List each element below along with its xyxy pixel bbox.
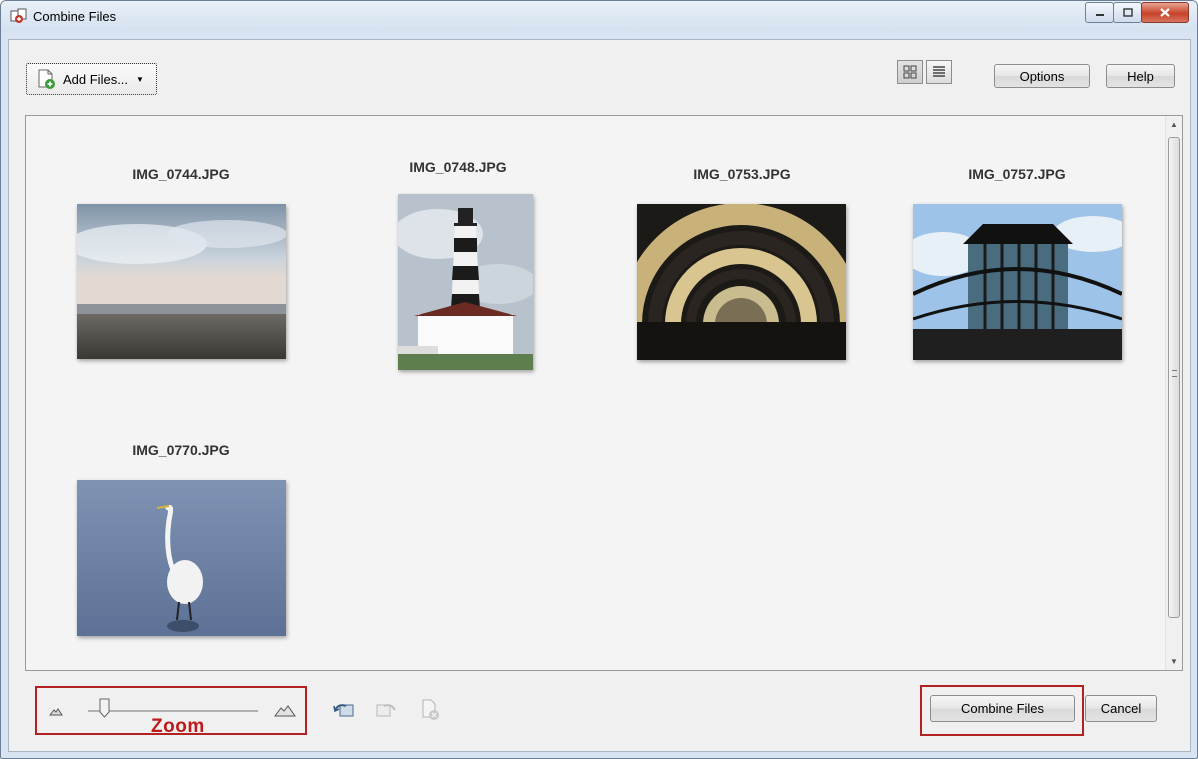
combine-files-button[interactable]: Combine Files bbox=[930, 695, 1075, 722]
scrollbar-grip-icon bbox=[1172, 370, 1177, 377]
lighthouse-image bbox=[398, 194, 533, 370]
maximize-button[interactable] bbox=[1113, 2, 1142, 23]
list-view-icon bbox=[933, 66, 945, 77]
file-thumbnail-lantern-room[interactable] bbox=[913, 204, 1122, 360]
dialog-body: Add Files... ▼ Options Help IMG_0744.JPG bbox=[8, 39, 1191, 752]
cancel-button[interactable]: Cancel bbox=[1085, 695, 1157, 722]
combine-files-app-icon bbox=[10, 8, 27, 23]
help-button[interactable]: Help bbox=[1106, 64, 1175, 88]
remove-file-icon bbox=[422, 699, 439, 720]
zoom-annotation-box bbox=[35, 686, 307, 735]
file-thumbnail-staircase[interactable] bbox=[637, 204, 846, 360]
file-name-label: IMG_0770.JPG bbox=[132, 442, 230, 458]
redo-icon bbox=[376, 704, 396, 717]
file-name-label: IMG_0748.JPG bbox=[409, 159, 507, 175]
file-name-label: IMG_0757.JPG bbox=[968, 166, 1066, 182]
combine-files-window: Combine Files Add Files... ▼ Options Hel… bbox=[0, 0, 1198, 759]
vertical-scrollbar[interactable]: ▲ ▼ bbox=[1165, 116, 1182, 670]
options-button[interactable]: Options bbox=[994, 64, 1090, 88]
window-title: Combine Files bbox=[33, 9, 117, 24]
beach-image bbox=[77, 204, 286, 359]
add-files-label: Add Files... bbox=[63, 71, 129, 87]
file-thumbnails-panel[interactable]: IMG_0744.JPG IMG_0748.JPG IMG_0753.JPG I… bbox=[25, 115, 1183, 671]
undo-icon[interactable] bbox=[333, 701, 355, 719]
staircase-image bbox=[637, 204, 846, 360]
title-bar[interactable]: Combine Files bbox=[1, 1, 1197, 31]
add-files-button[interactable]: Add Files... ▼ bbox=[26, 63, 157, 95]
grid-view-icon bbox=[903, 65, 917, 79]
maximize-icon bbox=[1122, 8, 1133, 17]
egret-image bbox=[77, 480, 286, 636]
window-controls bbox=[1085, 2, 1189, 23]
file-name-label: IMG_0744.JPG bbox=[132, 166, 230, 182]
thumbnail-view-button[interactable] bbox=[897, 60, 923, 84]
dropdown-caret-icon: ▼ bbox=[136, 74, 144, 84]
lantern-room-image bbox=[913, 204, 1122, 360]
list-view-button[interactable] bbox=[926, 60, 952, 84]
close-icon bbox=[1160, 8, 1170, 17]
scroll-up-arrow-icon[interactable]: ▲ bbox=[1166, 116, 1182, 133]
file-thumbnail-beach[interactable] bbox=[77, 204, 286, 359]
view-toggle bbox=[897, 60, 952, 84]
file-thumbnail-egret[interactable] bbox=[77, 480, 286, 636]
file-name-label: IMG_0753.JPG bbox=[693, 166, 791, 182]
scroll-down-arrow-icon[interactable]: ▼ bbox=[1166, 653, 1182, 670]
minimize-icon bbox=[1095, 13, 1104, 16]
file-thumbnail-lighthouse[interactable] bbox=[398, 194, 533, 370]
add-file-icon bbox=[38, 69, 55, 89]
minimize-button[interactable] bbox=[1085, 2, 1114, 23]
close-button[interactable] bbox=[1141, 2, 1189, 23]
scrollbar-thumb[interactable] bbox=[1168, 137, 1180, 618]
